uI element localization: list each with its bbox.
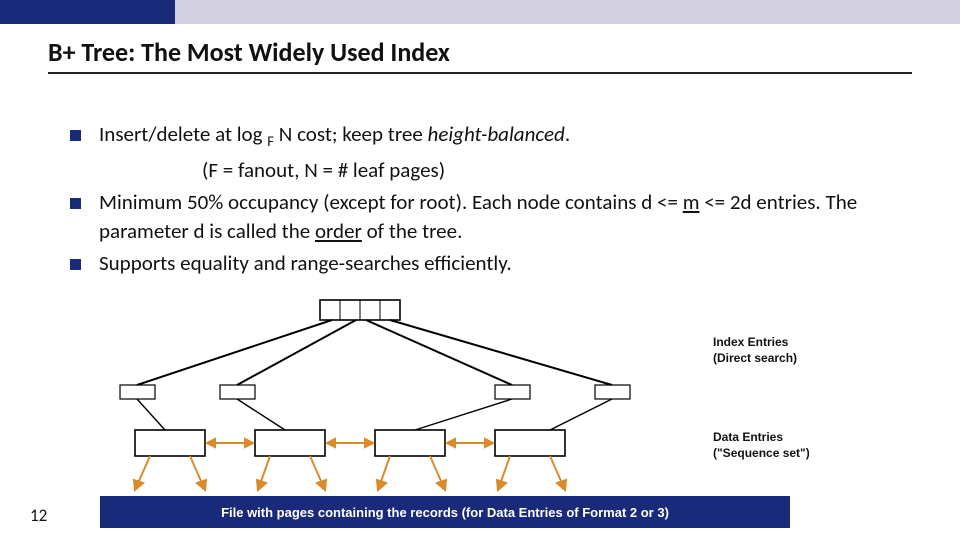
text-line: Index Entries [713, 335, 788, 349]
bullet-square-icon [70, 259, 81, 270]
footer-text: File with pages containing the records (… [221, 505, 669, 520]
text-fragment: Minimum 50% occupancy (except for root).… [99, 189, 683, 215]
text-fragment: . [565, 121, 570, 147]
bullet-text: Minimum 50% occupancy (except for root).… [99, 188, 920, 245]
bullet-item: Minimum 50% occupancy (except for root).… [70, 188, 920, 245]
indented-note: (F = fanout, N = # leaf pages) [202, 156, 920, 184]
underline-text: order [315, 218, 362, 244]
bullet-text: Insert/delete at log F N cost; keep tree… [99, 120, 570, 152]
text-line: Data Entries [713, 430, 783, 444]
bullet-square-icon [70, 130, 81, 141]
text-line: (Direct search) [713, 351, 797, 365]
bullet-list: Insert/delete at log F N cost; keep tree… [0, 80, 960, 277]
page-number: 12 [30, 505, 47, 526]
text-fragment: N cost; keep tree [274, 121, 427, 147]
text-fragment: Insert/delete at log [99, 121, 267, 147]
header-blue-block [0, 0, 175, 24]
title-area: B+ Tree: The Most Widely Used Index [0, 24, 960, 80]
text-line: ("Sequence set") [713, 446, 810, 460]
italic-text: height-balanced [428, 121, 565, 147]
bullet-square-icon [70, 198, 81, 209]
label-index-entries: Index Entries (Direct search) [713, 335, 797, 366]
label-data-entries: Data Entries ("Sequence set") [713, 430, 810, 461]
text-fragment: of the tree. [362, 218, 463, 244]
page-title: B+ Tree: The Most Widely Used Index [48, 36, 912, 74]
bullet-item: Supports equality and range-searches eff… [70, 249, 920, 277]
underline-text: m [683, 189, 700, 215]
footer-bar: File with pages containing the records (… [100, 496, 790, 528]
bullet-item: Insert/delete at log F N cost; keep tree… [70, 120, 920, 152]
bullet-text: Supports equality and range-searches eff… [99, 249, 512, 277]
